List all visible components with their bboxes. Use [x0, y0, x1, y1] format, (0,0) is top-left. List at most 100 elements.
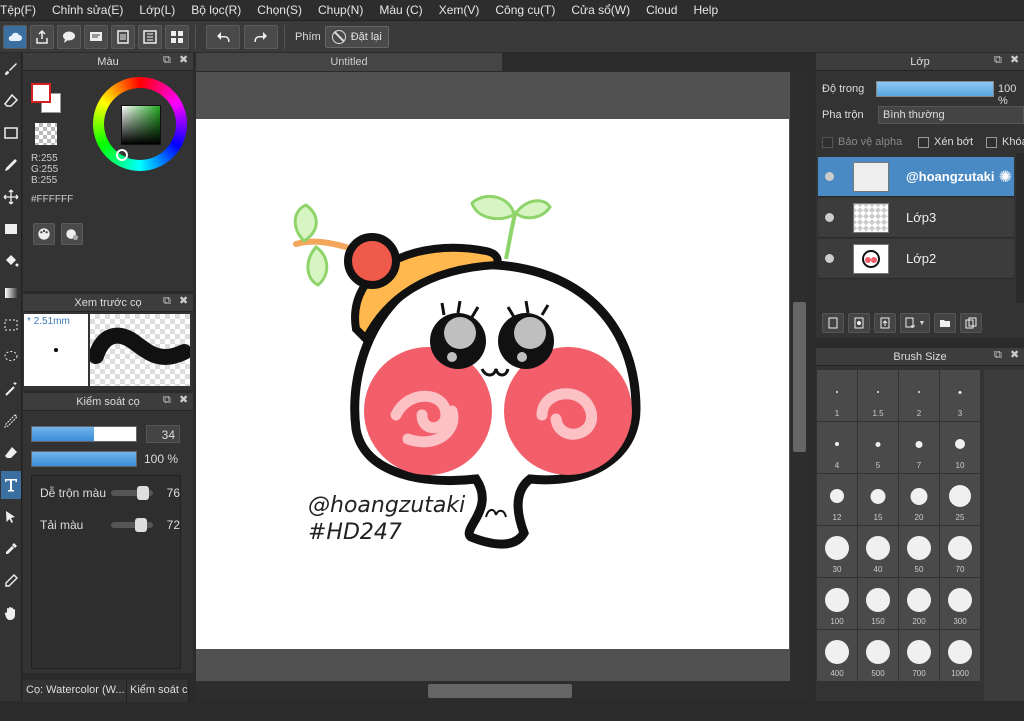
bucket-tool[interactable] — [1, 247, 21, 275]
layer-row[interactable]: @hoangzutaki ✺ — [818, 157, 1014, 197]
paint-load-slider[interactable] — [111, 518, 153, 532]
brush-size-preset[interactable]: 4 — [817, 422, 857, 473]
select-eraser-tool[interactable] — [1, 439, 21, 467]
new-halftone-layer-button[interactable] — [848, 313, 870, 333]
hue-knob[interactable] — [116, 149, 128, 161]
blend-slider[interactable] — [111, 486, 153, 500]
palette-button[interactable] — [33, 223, 55, 245]
close-icon[interactable]: ✖ — [1010, 350, 1020, 361]
color-settings-button[interactable] — [61, 223, 83, 245]
canvas-vertical-scrollbar[interactable] — [790, 72, 809, 681]
menu-help[interactable]: Help — [685, 3, 726, 17]
redo-button[interactable] — [244, 24, 278, 49]
menu-capture[interactable]: Chụp(N) — [310, 3, 371, 17]
share-button[interactable] — [30, 24, 54, 49]
visibility-icon[interactable] — [825, 254, 834, 263]
reset-button[interactable]: Đặt lại — [324, 25, 389, 48]
brush-size-preset[interactable]: 20 — [899, 474, 939, 525]
layer-list-scrollbar[interactable] — [1016, 153, 1024, 303]
close-icon[interactable]: ✖ — [1010, 55, 1020, 66]
tab-brush-control[interactable]: Kiểm soát c — [127, 680, 189, 702]
brush-size-input[interactable]: 34 — [146, 425, 180, 443]
move-tool[interactable] — [1, 183, 21, 211]
menu-tools[interactable]: Công cụ(T) — [487, 3, 563, 17]
brush-size-preset[interactable]: 50 — [899, 526, 939, 577]
brush-size-preset[interactable]: 3 — [940, 370, 980, 421]
brush-size-preset[interactable]: 70 — [940, 526, 980, 577]
blend-knob[interactable] — [136, 486, 149, 500]
menu-select[interactable]: Chọn(S) — [249, 3, 310, 17]
menu-window[interactable]: Cửa sổ(W) — [563, 3, 638, 17]
popout-icon[interactable]: ⧉ — [994, 55, 1004, 66]
dropper-select-tool[interactable] — [1, 567, 21, 595]
lasso-tool[interactable] — [1, 343, 21, 371]
blend-mode-select[interactable]: Bình thường — [878, 106, 1024, 124]
hand-tool[interactable] — [1, 599, 21, 627]
close-icon[interactable]: ✖ — [179, 395, 189, 406]
add-layer-dropdown[interactable]: ▼ — [900, 313, 930, 333]
brush-size-preset[interactable]: 400 — [817, 630, 857, 681]
close-icon[interactable]: ✖ — [179, 296, 189, 307]
brush-size-preset[interactable]: 25 — [940, 474, 980, 525]
undo-button[interactable] — [206, 24, 240, 49]
eyedropper-tool[interactable] — [1, 535, 21, 563]
tab-brush[interactable]: Cọ: Watercolor (W... — [23, 680, 127, 702]
menu-color[interactable]: Màu (C) — [371, 3, 430, 17]
panel-layout-button[interactable] — [165, 24, 189, 49]
brush-size-preset[interactable]: 700 — [899, 630, 939, 681]
layer-opacity-slider[interactable] — [876, 81, 994, 97]
transparent-color-swatch[interactable] — [35, 123, 57, 145]
select-rect-tool[interactable] — [1, 311, 21, 339]
brush-size-scrollbar[interactable] — [984, 370, 1024, 701]
brush-size-preset[interactable]: 5 — [858, 422, 898, 473]
comment-button[interactable] — [57, 24, 81, 49]
duplicate-layer-button[interactable] — [960, 313, 982, 333]
clipping-checkbox[interactable] — [918, 136, 929, 148]
visibility-icon[interactable] — [825, 213, 834, 222]
gradient-tool[interactable] — [1, 279, 21, 307]
brush-tool[interactable] — [1, 55, 21, 83]
brush-size-preset[interactable]: 150 — [858, 578, 898, 629]
brush-size-preset[interactable]: 1000 — [940, 630, 980, 681]
brush-size-preset[interactable]: 7 — [899, 422, 939, 473]
paint-load-knob[interactable] — [135, 518, 148, 532]
menu-edit[interactable]: Chỉnh sửa(E) — [44, 3, 131, 17]
brush-size-preset[interactable]: 12 — [817, 474, 857, 525]
menu-filter[interactable]: Bộ lọc(R) — [183, 3, 249, 17]
foreground-color-swatch[interactable] — [31, 83, 51, 103]
popout-icon[interactable]: ⧉ — [163, 55, 173, 66]
popout-icon[interactable]: ⧉ — [163, 296, 173, 307]
canvas-paper[interactable]: @hoangzutaki #HD247 — [196, 119, 789, 649]
brush-size-preset[interactable]: 300 — [940, 578, 980, 629]
layer-row[interactable]: Lớp2 — [818, 239, 1014, 279]
document-button[interactable] — [111, 24, 135, 49]
operation-tool[interactable] — [1, 503, 21, 531]
new-layer-button[interactable] — [822, 313, 844, 333]
brush-size-preset[interactable]: 2 — [899, 370, 939, 421]
brush-size-preset[interactable]: 15 — [858, 474, 898, 525]
select-pen-tool[interactable] — [1, 407, 21, 435]
brush-size-preset[interactable]: 1.5 — [858, 370, 898, 421]
popout-icon[interactable]: ⧉ — [163, 395, 173, 406]
brush-size-preset[interactable]: 40 — [858, 526, 898, 577]
rectangle-tool[interactable] — [1, 119, 21, 147]
brush-size-preset[interactable]: 30 — [817, 526, 857, 577]
vertical-scroll-thumb[interactable] — [793, 302, 806, 452]
close-icon[interactable]: ✖ — [179, 55, 189, 66]
brush-size-preset[interactable]: 10 — [940, 422, 980, 473]
message-button[interactable] — [84, 24, 108, 49]
menu-cloud[interactable]: Cloud — [638, 3, 685, 17]
menu-layer[interactable]: Lớp(L) — [131, 3, 183, 17]
list-button[interactable] — [138, 24, 162, 49]
protect-alpha-checkbox[interactable] — [822, 136, 833, 148]
text-tool[interactable] — [1, 471, 21, 499]
fill-rect-tool[interactable] — [1, 215, 21, 243]
saturation-value-square[interactable] — [121, 105, 161, 145]
horizontal-scroll-thumb[interactable] — [428, 684, 572, 698]
eraser-tool[interactable] — [1, 87, 21, 115]
brush-size-preset[interactable]: 100 — [817, 578, 857, 629]
brush-size-preset[interactable]: 200 — [899, 578, 939, 629]
menu-view[interactable]: Xem(V) — [431, 3, 488, 17]
pen-tool[interactable] — [1, 151, 21, 179]
gear-icon[interactable]: ✺ — [999, 167, 1012, 187]
